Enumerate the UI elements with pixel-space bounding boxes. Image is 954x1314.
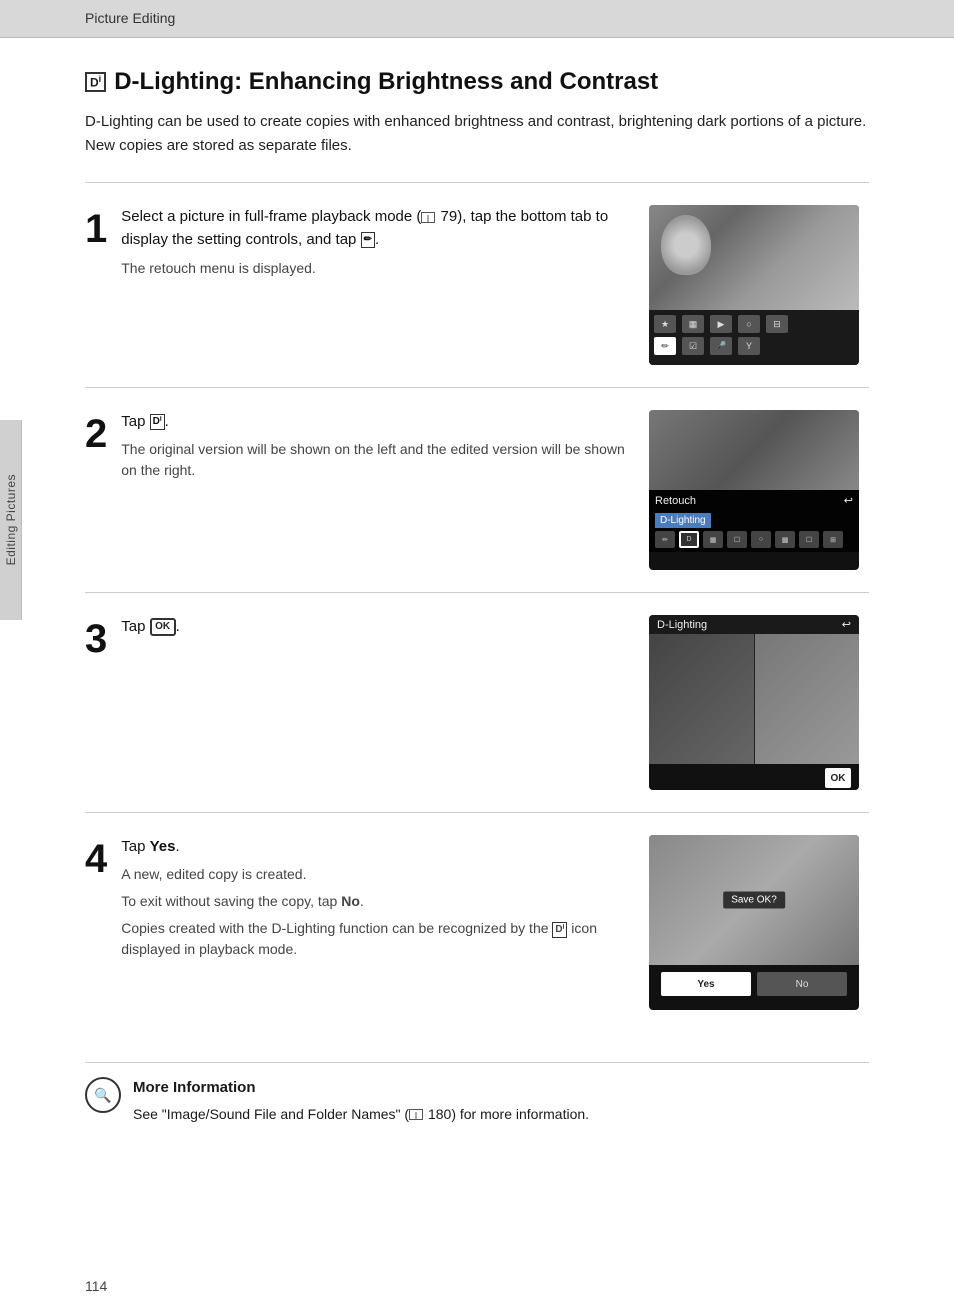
retouch-menu-screen: ★ ▦ ▶ ○ ⊟ ✏ ☑ 🎤 Y bbox=[649, 205, 859, 365]
header-bar: Picture Editing bbox=[0, 0, 954, 38]
s3-photos bbox=[649, 634, 859, 764]
more-info-title: More Information bbox=[133, 1077, 589, 1100]
s3-label: D-Lighting bbox=[657, 619, 707, 631]
step-1-content: 1 Select a picture in full-frame playbac… bbox=[85, 205, 625, 279]
step-1-row: 1 Select a picture in full-frame playbac… bbox=[85, 182, 869, 387]
s2-overlay: Retouch ↩ D-Lighting ✏ D ▦ ☐ ○ ▩ ☐ ⊞ bbox=[649, 490, 859, 552]
dlighting-select-screen: Retouch ↩ D-Lighting ✏ D ▦ ☐ ○ ▩ ☐ ⊞ bbox=[649, 410, 859, 570]
step-4-instruction: Tap Yes. bbox=[121, 835, 625, 858]
s2-i4: ☐ bbox=[727, 531, 747, 548]
more-info-icon bbox=[85, 1077, 121, 1113]
step-2-image: Retouch ↩ D-Lighting ✏ D ▦ ☐ ○ ▩ ☐ ⊞ bbox=[649, 410, 869, 570]
step-3-text: Tap OK. bbox=[121, 615, 625, 644]
s1-icon-retouch: ✏ bbox=[654, 337, 676, 355]
s4-photo: Save OK? bbox=[649, 835, 859, 965]
s3-back-icon: ↩ bbox=[842, 618, 851, 631]
step-1-instruction: Select a picture in full-frame playback … bbox=[121, 205, 625, 252]
s1-icon-mic: 🎤 bbox=[710, 337, 732, 355]
s1-icon-trash: ▦ bbox=[682, 315, 704, 333]
s1-icon-play: ▶ bbox=[710, 315, 732, 333]
page-number: 114 bbox=[85, 1278, 107, 1294]
step-1-image: ★ ▦ ▶ ○ ⊟ ✏ ☑ 🎤 Y bbox=[649, 205, 869, 365]
step-2-instruction: Tap Dⁱ. bbox=[121, 410, 625, 433]
s3-edited-photo bbox=[755, 634, 860, 764]
s2-i5: ○ bbox=[751, 531, 771, 548]
step-3-instruction: Tap OK. bbox=[121, 615, 625, 638]
s1-icon-row-1: ★ ▦ ▶ ○ ⊟ bbox=[654, 313, 854, 335]
s2-i7: ☐ bbox=[799, 531, 819, 548]
s1-icon-print: ⊟ bbox=[766, 315, 788, 333]
s1-icon-check: ☑ bbox=[682, 337, 704, 355]
step-2-number: 2 bbox=[85, 414, 107, 454]
s3-footer: OK bbox=[649, 764, 859, 790]
s3-header: D-Lighting ↩ bbox=[649, 615, 859, 634]
s1-icon-star: ★ bbox=[654, 315, 676, 333]
main-heading: D-Lighting: Enhancing Brightness and Con… bbox=[114, 68, 658, 96]
s2-photo bbox=[649, 410, 859, 490]
s2-i8: ⊞ bbox=[823, 531, 843, 548]
s2-retouch-label: Retouch bbox=[655, 495, 696, 507]
yes-button[interactable]: Yes bbox=[661, 972, 751, 996]
s3-ok-button[interactable]: OK bbox=[825, 768, 851, 788]
s1-menu: ★ ▦ ▶ ○ ⊟ ✏ ☑ 🎤 Y bbox=[649, 310, 859, 365]
breadcrumb: Picture Editing bbox=[85, 10, 175, 26]
s1-photo bbox=[649, 205, 859, 310]
step-4-note-3: Copies created with the D-Lighting funct… bbox=[121, 918, 625, 960]
dlighting-icon: Dⁱ bbox=[150, 414, 165, 430]
dlighting-compare-screen: D-Lighting ↩ OK bbox=[649, 615, 859, 790]
book-icon-1 bbox=[421, 212, 435, 223]
save-ok-screen: Save OK? Yes No bbox=[649, 835, 859, 1010]
step-4-text: Tap Yes. A new, edited copy is created. … bbox=[121, 835, 625, 960]
s1-icon-conn: ○ bbox=[738, 315, 760, 333]
ok-icon: OK bbox=[150, 618, 176, 636]
s2-dlighting-label: D-Lighting bbox=[655, 513, 711, 528]
side-tab-label: Editing Pictures bbox=[4, 474, 18, 565]
s3-original-photo bbox=[649, 634, 755, 764]
step-3-number: 3 bbox=[85, 619, 107, 659]
main-content: Di D-Lighting: Enhancing Brightness and … bbox=[0, 38, 954, 1165]
s2-back-icon: ↩ bbox=[844, 494, 853, 507]
side-tab: Editing Pictures bbox=[0, 420, 22, 620]
save-ok-label: Save OK? bbox=[723, 892, 785, 909]
no-button[interactable]: No bbox=[757, 972, 847, 996]
s1-icon-y: Y bbox=[738, 337, 760, 355]
step-2-row: 2 Tap Dⁱ. The original version will be s… bbox=[85, 387, 869, 592]
step-4-number: 4 bbox=[85, 839, 107, 879]
page-title-row: Di D-Lighting: Enhancing Brightness and … bbox=[85, 68, 869, 96]
title-icon-box: Di bbox=[85, 72, 106, 93]
intro-paragraph: D-Lighting can be used to create copies … bbox=[85, 110, 869, 158]
dlighting-icon-inline: Dⁱ bbox=[552, 922, 567, 938]
s4-footer: Yes No bbox=[649, 965, 859, 1003]
step-2-note: The original version will be shown on th… bbox=[121, 439, 625, 481]
step-2-text: Tap Dⁱ. The original version will be sho… bbox=[121, 410, 625, 481]
step-4-content: 4 Tap Yes. A new, edited copy is created… bbox=[85, 835, 625, 960]
step-4-note-2: To exit without saving the copy, tap No. bbox=[121, 891, 625, 912]
step-4-row: 4 Tap Yes. A new, edited copy is created… bbox=[85, 812, 869, 1032]
s2-i1: ✏ bbox=[655, 531, 675, 548]
step-3-content: 3 Tap OK. bbox=[85, 615, 625, 659]
s2-i2-selected: D bbox=[679, 531, 699, 548]
more-info-body: See "Image/Sound File and Folder Names" … bbox=[133, 1104, 589, 1125]
step-1-text: Select a picture in full-frame playback … bbox=[121, 205, 625, 279]
s2-i6: ▩ bbox=[775, 531, 795, 548]
book-icon-more bbox=[409, 1109, 423, 1120]
retouch-icon-1: ✏ bbox=[361, 232, 375, 248]
s2-icon-row: ✏ D ▦ ☐ ○ ▩ ☐ ⊞ bbox=[655, 531, 853, 548]
step-4-image: Save OK? Yes No bbox=[649, 835, 869, 1010]
step-1-number: 1 bbox=[85, 209, 107, 249]
step-3-image: D-Lighting ↩ OK bbox=[649, 615, 869, 790]
s2-i3: ▦ bbox=[703, 531, 723, 548]
dlighting-title-icon: Di bbox=[85, 72, 106, 93]
step-4-note-1: A new, edited copy is created. bbox=[121, 864, 625, 885]
s1-icon-row-2: ✏ ☑ 🎤 Y bbox=[654, 335, 854, 357]
s2-retouch-header: Retouch ↩ bbox=[655, 494, 853, 507]
step-1-note: The retouch menu is displayed. bbox=[121, 258, 625, 279]
step-2-content: 2 Tap Dⁱ. The original version will be s… bbox=[85, 410, 625, 481]
more-info-text: More Information See "Image/Sound File a… bbox=[133, 1077, 589, 1125]
step-3-row: 3 Tap OK. D-Lighting ↩ OK bbox=[85, 592, 869, 812]
more-info-section: More Information See "Image/Sound File a… bbox=[85, 1062, 869, 1125]
